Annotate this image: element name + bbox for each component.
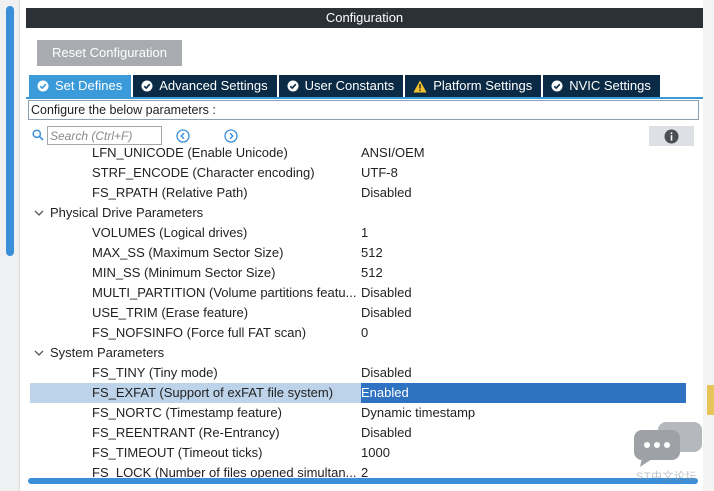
left-panel-scrollbar[interactable] — [0, 0, 20, 491]
parameter-value: Disabled — [361, 185, 412, 200]
forum-watermark: ST中文论坛 — [632, 420, 710, 488]
configuration-panel: Configuration Reset Configuration Set De… — [26, 0, 714, 484]
search-next-icon[interactable] — [224, 129, 238, 143]
parameter-value: 1000 — [361, 445, 390, 460]
right-edge-strip — [703, 0, 714, 491]
parameter-tree: LFN_UNICODE (Enable Unicode) ANSI/OEM ST… — [30, 144, 686, 478]
tree-group-physical-drive[interactable]: Physical Drive Parameters — [30, 203, 686, 223]
search-toolbar — [26, 124, 703, 146]
parameter-name: STRF_ENCODE (Character encoding) — [92, 165, 315, 180]
parameter-name: USE_TRIM (Erase feature) — [92, 305, 249, 320]
tree-row-fs-lock[interactable]: FS_LOCK (Number of files opened simultan… — [30, 463, 686, 478]
tree-group-system-parameters[interactable]: System Parameters — [30, 343, 686, 363]
tree-row-volumes[interactable]: VOLUMES (Logical drives) 1 — [30, 223, 686, 243]
parameter-value: Disabled — [361, 285, 412, 300]
parameter-name: VOLUMES (Logical drives) — [92, 225, 248, 240]
parameter-name: FS_EXFAT (Support of exFAT file system) — [92, 385, 334, 400]
watermark-text: ST中文论坛 — [636, 471, 698, 483]
tab-underline — [26, 97, 703, 99]
tree-row-fs-rpath[interactable]: FS_RPATH (Relative Path) Disabled — [30, 183, 686, 203]
horizontal-scrollbar[interactable] — [28, 478, 698, 484]
parameter-value: 2 — [361, 465, 369, 478]
tree-row-fs-exfat[interactable]: FS_EXFAT (Support of exFAT file system) … — [30, 383, 686, 403]
parameter-name: MULTI_PARTITION (Volume partitions featu… — [92, 285, 357, 300]
check-circle-icon — [141, 80, 153, 92]
tab-user-constants[interactable]: User Constants — [278, 75, 406, 97]
group-name: System Parameters — [50, 345, 165, 360]
tab-nvic-settings[interactable]: NVIC Settings — [543, 75, 662, 97]
tree-row-lfn-unicode[interactable]: LFN_UNICODE (Enable Unicode) ANSI/OEM — [30, 144, 686, 163]
tree-row-max-ss[interactable]: MAX_SS (Maximum Sector Size) 512 — [30, 243, 686, 263]
tab-label: Advanced Settings — [159, 78, 268, 93]
parameter-value: 512 — [361, 245, 383, 260]
info-icon — [664, 129, 679, 143]
tree-row-multi-partition[interactable]: MULTI_PARTITION (Volume partitions featu… — [30, 283, 686, 303]
parameter-value: 512 — [361, 265, 383, 280]
panel-title: Configuration — [26, 8, 703, 28]
parameter-name: FS_TINY (Tiny mode) — [92, 365, 218, 380]
tab-label: Platform Settings — [433, 78, 533, 93]
parameter-value: Disabled — [361, 425, 412, 440]
tab-set-defines[interactable]: Set Defines — [29, 75, 134, 97]
tree-row-use-trim[interactable]: USE_TRIM (Erase feature) Disabled — [30, 303, 686, 323]
tab-bar: Set Defines Advanced Settings User Const… — [29, 75, 662, 97]
tab-advanced-settings[interactable]: Advanced Settings — [133, 75, 279, 97]
tab-label: NVIC Settings — [569, 78, 651, 93]
tab-label: User Constants — [304, 78, 395, 93]
right-edge-marker — [707, 385, 714, 415]
tree-row-fs-nofsinfo[interactable]: FS_NOFSINFO (Force full FAT scan) 0 — [30, 323, 686, 343]
parameter-name: MAX_SS (Maximum Sector Size) — [92, 245, 284, 260]
tree-row-fs-nortc[interactable]: FS_NORTC (Timestamp feature) Dynamic tim… — [30, 403, 686, 423]
parameter-name: FS_RPATH (Relative Path) — [92, 185, 248, 200]
left-scrollbar-thumb[interactable] — [6, 6, 14, 256]
parameter-name: FS_NORTC (Timestamp feature) — [92, 405, 282, 420]
tree-row-fs-timeout[interactable]: FS_TIMEOUT (Timeout ticks) 1000 — [30, 443, 686, 463]
parameter-value: Disabled — [361, 305, 412, 320]
tab-platform-settings[interactable]: Platform Settings — [405, 75, 544, 97]
info-button[interactable] — [649, 126, 694, 146]
chevron-down-icon[interactable] — [34, 348, 44, 358]
tab-label: Set Defines — [55, 78, 123, 93]
reset-configuration-button[interactable]: Reset Configuration — [37, 40, 182, 66]
parameter-value: Dynamic timestamp — [361, 405, 476, 420]
check-circle-icon — [287, 80, 299, 92]
parameter-name: FS_NOFSINFO (Force full FAT scan) — [92, 325, 307, 340]
tree-row-min-ss[interactable]: MIN_SS (Minimum Sector Size) 512 — [30, 263, 686, 283]
chevron-down-icon[interactable] — [34, 208, 44, 218]
tree-row-fs-reentrant[interactable]: FS_REENTRANT (Re-Entrancy) Disabled — [30, 423, 686, 443]
warning-icon — [413, 80, 427, 92]
tree-row-strf-encode[interactable]: STRF_ENCODE (Character encoding) UTF-8 — [30, 163, 686, 183]
search-input[interactable] — [47, 126, 162, 145]
group-name: Physical Drive Parameters — [50, 205, 204, 220]
chat-bubble-icon — [634, 422, 702, 467]
parameter-value: 1 — [361, 225, 369, 240]
parameter-value: 0 — [361, 325, 369, 340]
parameter-value: UTF-8 — [361, 165, 398, 180]
parameter-name: FS_TIMEOUT (Timeout ticks) — [92, 445, 263, 460]
search-previous-icon[interactable] — [176, 129, 190, 143]
parameter-value: Disabled — [361, 365, 412, 380]
parameter-name: MIN_SS (Minimum Sector Size) — [92, 265, 276, 280]
tree-row-fs-tiny[interactable]: FS_TINY (Tiny mode) Disabled — [30, 363, 686, 383]
parameter-value-dropdown[interactable]: Enabled — [361, 383, 686, 403]
configure-instructions: Configure the below parameters : — [28, 100, 699, 120]
check-circle-icon — [551, 80, 563, 92]
search-icon — [32, 129, 44, 141]
parameter-name: LFN_UNICODE (Enable Unicode) — [92, 145, 288, 160]
parameter-value: ANSI/OEM — [361, 145, 425, 160]
parameter-name: FS_REENTRANT (Re-Entrancy) — [92, 425, 280, 440]
check-circle-icon — [37, 80, 49, 92]
parameter-name: FS_LOCK (Number of files opened simultan… — [92, 465, 357, 478]
